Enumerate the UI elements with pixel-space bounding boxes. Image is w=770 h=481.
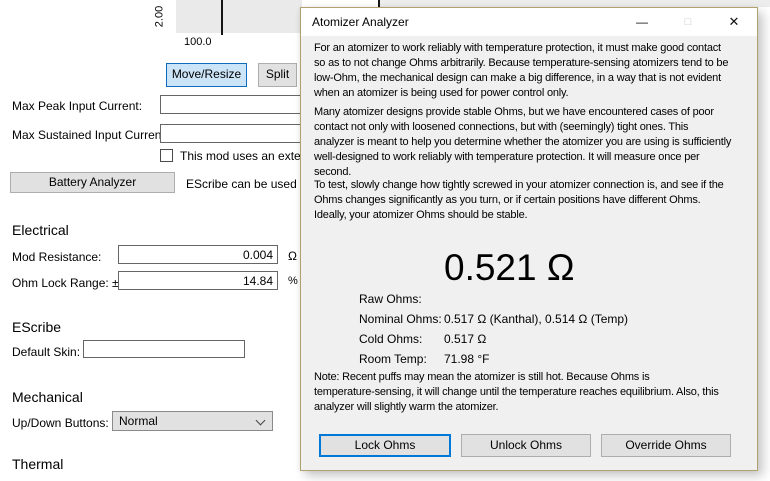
y-axis-tick-label: 2.00 [154,0,167,34]
room-temp-value: 71.98 °F [444,352,490,366]
default-skin-label: Default Skin: [12,345,80,359]
ohm-lock-range-label: Ohm Lock Range: ± [12,276,119,290]
dialog-title: Atomizer Analyzer [312,8,409,36]
x-axis-tick-label: 100.0 [184,36,212,48]
instructions-paragraph: To test, slowly change how tightly screw… [314,178,724,223]
max-peak-input-current-input[interactable] [160,95,311,114]
dialog-titlebar[interactable]: Atomizer Analyzer — □ ✕ [301,8,757,36]
ohm-unit-label: Ω [288,249,297,263]
maximize-button: □ [665,8,711,36]
battery-analyzer-button[interactable]: Battery Analyzer [10,172,175,193]
lock-ohms-button[interactable]: Lock Ohms [319,434,451,457]
mod-resistance-input[interactable] [118,245,278,264]
cold-ohms-label: Cold Ohms: [359,332,422,346]
raw-ohms-label: Raw Ohms: [359,292,422,306]
default-skin-input[interactable] [83,340,245,358]
battery-analyzer-hint: EScribe can be used to [186,177,310,191]
minimize-icon: — [636,15,648,29]
minimize-button[interactable]: — [619,8,665,36]
cold-ohms-value: 0.517 Ω [444,332,486,346]
window-controls: — □ ✕ [619,8,757,36]
intro-paragraph-2: Many atomizer designs provide stable Ohm… [314,105,731,180]
chevron-down-icon [256,416,266,426]
chart-cursor-line-2 [378,0,380,7]
mod-resistance-label: Mod Resistance: [12,250,101,264]
room-temp-label: Room Temp: [359,352,427,366]
move-resize-button[interactable]: Move/Resize [166,63,247,87]
nominal-ohms-value: 0.517 Ω (Kanthal), 0.514 Ω (Temp) [444,312,628,326]
nominal-ohms-label: Nominal Ohms: [359,312,442,326]
max-sustained-input-current-label: Max Sustained Input Current: [12,128,168,142]
ohm-lock-range-input[interactable] [118,271,278,290]
chart-cursor-line [221,0,223,35]
maximize-icon: □ [685,16,692,28]
close-button[interactable]: ✕ [711,8,757,36]
split-button[interactable]: Split [258,63,297,87]
thermal-heading: Thermal [12,456,63,472]
chart-top-strip [380,0,770,7]
updown-buttons-label: Up/Down Buttons: [12,416,109,430]
chart-plot-area[interactable] [176,0,302,33]
atomizer-analyzer-dialog: Atomizer Analyzer — □ ✕ For an atomizer … [300,7,758,471]
updown-buttons-selected-value: Normal [119,414,158,428]
updown-buttons-select[interactable]: Normal [112,411,273,431]
close-icon: ✕ [729,14,740,29]
escribe-heading: EScribe [12,319,61,335]
mechanical-heading: Mechanical [12,389,83,405]
max-peak-input-current-label: Max Peak Input Current: [12,99,142,113]
ohms-reading: 0.521 Ω [444,247,575,289]
override-ohms-button[interactable]: Override Ohms [601,434,731,457]
electrical-heading: Electrical [12,222,69,238]
max-sustained-input-current-input[interactable] [160,124,311,143]
unlock-ohms-button[interactable]: Unlock Ohms [461,434,591,457]
note-text: Note: Recent puffs may mean the atomizer… [314,370,719,415]
percent-unit-label: % [288,275,298,287]
intro-paragraph-1: For an atomizer to work reliably with te… [314,41,728,101]
external-mod-checkbox[interactable] [160,149,173,162]
